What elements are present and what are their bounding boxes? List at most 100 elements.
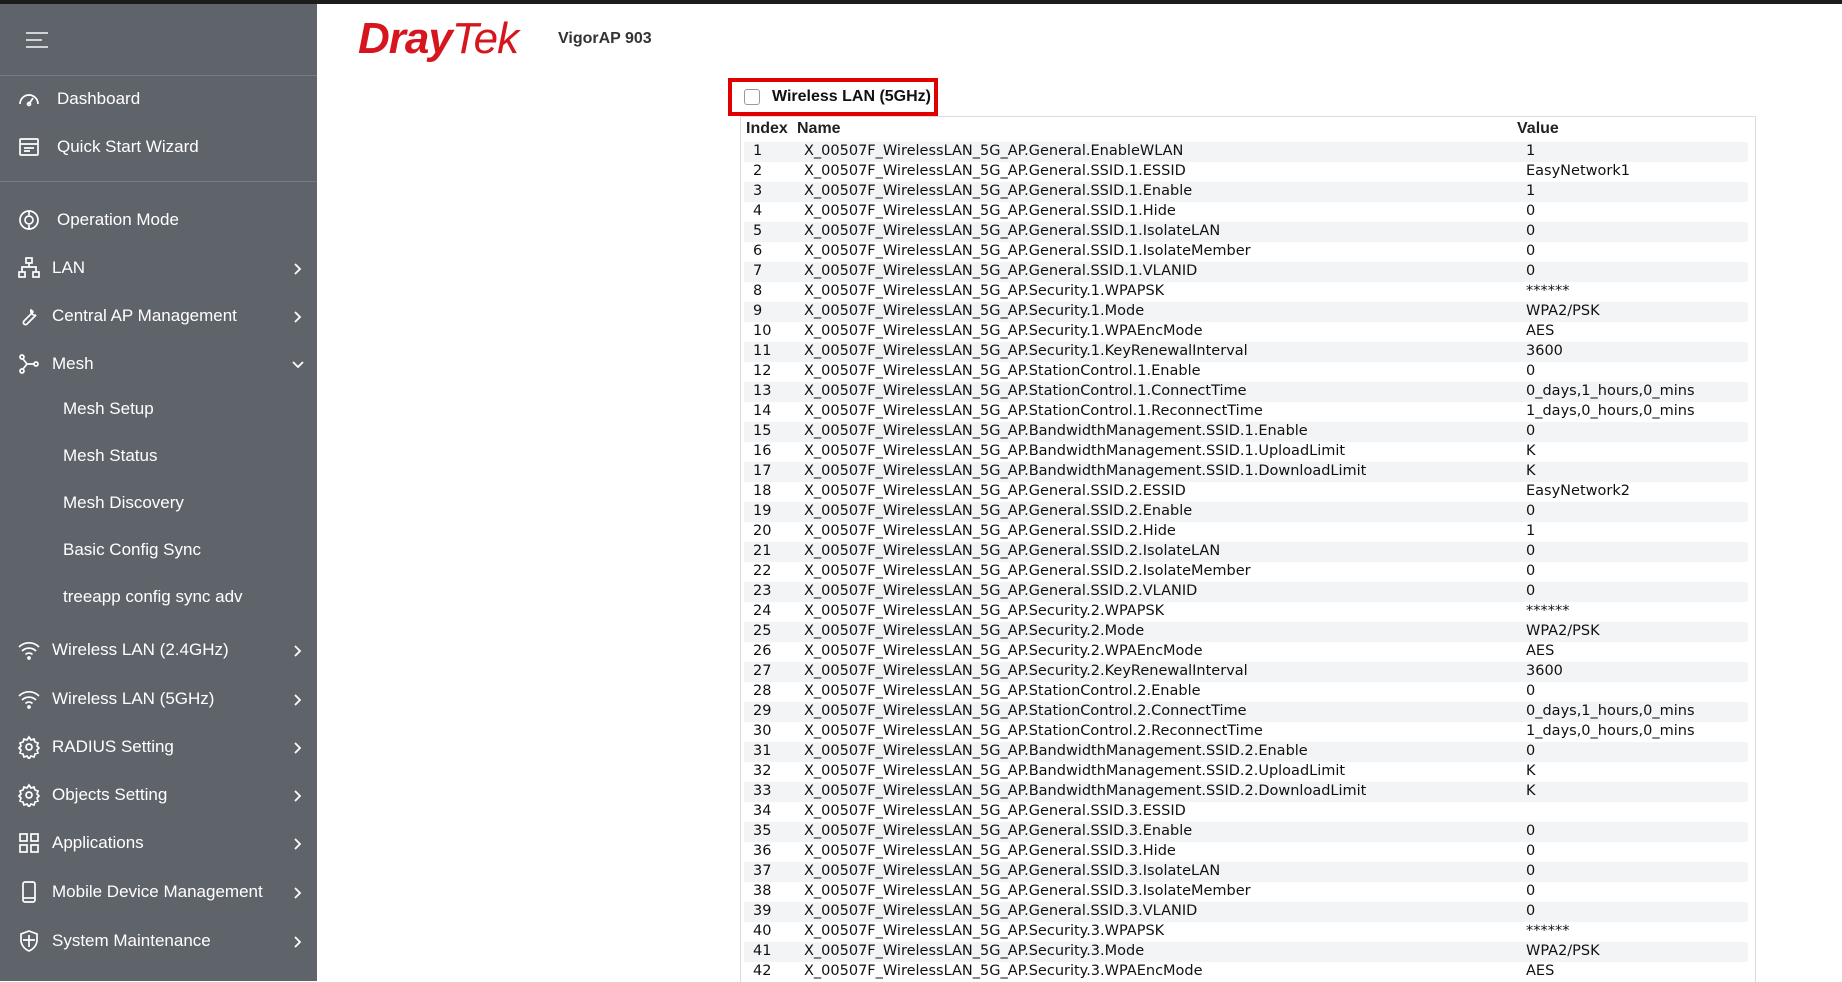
row-name: X_00507F_WirelessLAN_5G_AP.General.SSID.…: [804, 803, 1186, 819]
table-row: 23 X_00507F_WirelessLAN_5G_AP.General.SSI…: [744, 582, 1748, 602]
row-name: X_00507F_WirelessLAN_5G_AP.Security.2.WP…: [804, 603, 1165, 619]
chevron-right-icon: [291, 309, 305, 323]
row-name: X_00507F_WirelessLAN_5G_AP.Security.3.WP…: [804, 963, 1203, 979]
sidebar-item-system-maintenance[interactable]: System Maintenance: [0, 921, 317, 961]
row-name: X_00507F_WirelessLAN_5G_AP.StationContro…: [804, 383, 1247, 399]
lan-icon: [16, 255, 42, 281]
sidebar-item-radius-setting[interactable]: RADIUS Setting: [0, 727, 317, 767]
table-row: 17 X_00507F_WirelessLAN_5G_AP.BandwidthMa…: [744, 462, 1748, 482]
row-index: 1: [753, 143, 763, 159]
row-name: X_00507F_WirelessLAN_5G_AP.General.SSID.…: [804, 503, 1193, 519]
table-row: 32 X_00507F_WirelessLAN_5G_AP.BandwidthMa…: [744, 762, 1748, 782]
hamburger-menu-icon[interactable]: [26, 30, 48, 50]
row-index: 21: [753, 543, 772, 559]
row-index: 36: [753, 843, 772, 859]
wizard-icon: [16, 134, 42, 160]
sidebar-item-applications[interactable]: Applications: [0, 823, 317, 863]
config-table-body: 1 X_00507F_WirelessLAN_5G_AP.General.Enab…: [744, 142, 1748, 982]
chevron-right-icon: [291, 885, 305, 899]
row-name: X_00507F_WirelessLAN_5G_AP.Security.1.Mo…: [804, 303, 1145, 319]
wifi-icon: [16, 637, 42, 663]
sidebar-subitem-mesh-setup[interactable]: Mesh Setup: [63, 394, 154, 424]
table-row: 27 X_00507F_WirelessLAN_5G_AP.Security.2.…: [744, 662, 1748, 682]
table-row: 41 X_00507F_WirelessLAN_5G_AP.Security.3.…: [744, 942, 1748, 962]
sidebar-item-objects-setting[interactable]: Objects Setting: [0, 775, 317, 815]
row-index: 37: [753, 863, 772, 879]
row-name: X_00507F_WirelessLAN_5G_AP.General.SSID.…: [804, 563, 1251, 579]
table-row: 39 X_00507F_WirelessLAN_5G_AP.General.SSI…: [744, 902, 1748, 922]
sidebar-item-label: Wireless LAN (5GHz): [52, 689, 215, 708]
row-value: 0: [1526, 263, 1536, 279]
row-name: X_00507F_WirelessLAN_5G_AP.BandwidthMana…: [804, 463, 1367, 479]
row-name: X_00507F_WirelessLAN_5G_AP.BandwidthMana…: [804, 783, 1367, 799]
sidebar-item-label: Applications: [52, 833, 144, 852]
sidebar-item-label: Objects Setting: [52, 785, 168, 804]
table-row: 1 X_00507F_WirelessLAN_5G_AP.General.Enab…: [744, 142, 1748, 162]
row-index: 32: [753, 763, 772, 779]
row-value: 1: [1526, 523, 1536, 539]
row-value: K: [1526, 763, 1536, 779]
sidebar-item-wireless-lan-5ghz[interactable]: Wireless LAN (5GHz): [0, 679, 317, 719]
table-row: 30 X_00507F_WirelessLAN_5G_AP.StationCont…: [744, 722, 1748, 742]
section-checkbox[interactable]: [744, 89, 760, 105]
row-value: 1_days,0_hours,0_mins: [1526, 403, 1695, 419]
sidebar-subitem-basic-config-sync[interactable]: Basic Config Sync: [63, 535, 201, 565]
sidebar-subitem-mesh-status[interactable]: Mesh Status: [63, 441, 158, 471]
table-row: 14 X_00507F_WirelessLAN_5G_AP.StationCont…: [744, 402, 1748, 422]
row-value: WPA2/PSK: [1526, 943, 1600, 959]
sidebar-item-quick-start-wizard[interactable]: Quick Start Wizard: [0, 127, 317, 167]
row-index: 26: [753, 643, 772, 659]
row-name: X_00507F_WirelessLAN_5G_AP.General.SSID.…: [804, 823, 1193, 839]
table-row: 9 X_00507F_WirelessLAN_5G_AP.Security.1.M…: [744, 302, 1748, 322]
sidebar-item-mesh[interactable]: Mesh: [0, 344, 317, 384]
chevron-down-icon: [291, 357, 305, 371]
row-index: 40: [753, 923, 772, 939]
row-value: 0: [1526, 563, 1536, 579]
row-value: 0: [1526, 543, 1536, 559]
row-value: 0: [1526, 883, 1536, 899]
row-value: 0: [1526, 243, 1536, 259]
row-index: 5: [753, 223, 763, 239]
row-name: X_00507F_WirelessLAN_5G_AP.BandwidthMana…: [804, 443, 1346, 459]
row-index: 15: [753, 423, 772, 439]
sidebar-item-wireless-lan-24ghz[interactable]: Wireless LAN (2.4GHz): [0, 630, 317, 670]
row-index: 18: [753, 483, 772, 499]
row-value: 3600: [1526, 343, 1563, 359]
sidebar-item-operation-mode[interactable]: Operation Mode: [0, 200, 317, 240]
row-name: X_00507F_WirelessLAN_5G_AP.StationContro…: [804, 683, 1201, 699]
wrench-icon: [16, 303, 42, 329]
sidebar-item-lan[interactable]: LAN: [0, 248, 317, 288]
row-index: 39: [753, 903, 772, 919]
row-index: 28: [753, 683, 772, 699]
sidebar-item-central-ap-management[interactable]: Central AP Management: [0, 296, 317, 336]
row-name: X_00507F_WirelessLAN_5G_AP.Security.2.WP…: [804, 643, 1203, 659]
row-index: 19: [753, 503, 772, 519]
sidebar-item-dashboard[interactable]: Dashboard: [0, 79, 317, 119]
row-value: 0: [1526, 863, 1536, 879]
sidebar-divider: [0, 181, 317, 182]
gear-icon: [16, 734, 42, 760]
row-index: 22: [753, 563, 772, 579]
apps-icon: [16, 830, 42, 856]
row-value: 0: [1526, 363, 1536, 379]
row-index: 23: [753, 583, 772, 599]
row-name: X_00507F_WirelessLAN_5G_AP.General.SSID.…: [804, 483, 1186, 499]
table-row: 5 X_00507F_WirelessLAN_5G_AP.General.SSID…: [744, 222, 1748, 242]
sidebar-subitem-mesh-discovery[interactable]: Mesh Discovery: [63, 488, 184, 518]
column-header-value: Value: [1517, 120, 1559, 137]
row-index: 33: [753, 783, 772, 799]
row-name: X_00507F_WirelessLAN_5G_AP.General.SSID.…: [804, 583, 1198, 599]
dashboard-icon: [16, 86, 42, 112]
table-row: 6 X_00507F_WirelessLAN_5G_AP.General.SSID…: [744, 242, 1748, 262]
sidebar-item-mobile-device-management[interactable]: Mobile Device Management: [0, 872, 317, 912]
row-index: 16: [753, 443, 772, 459]
table-row: 38 X_00507F_WirelessLAN_5G_AP.General.SSI…: [744, 882, 1748, 902]
row-name: X_00507F_WirelessLAN_5G_AP.Security.2.Ke…: [804, 663, 1248, 679]
table-row: 42 X_00507F_WirelessLAN_5G_AP.Security.3.…: [744, 962, 1748, 982]
row-index: 24: [753, 603, 772, 619]
maintenance-icon: [16, 928, 42, 954]
sidebar-subitem-treeapp-config-sync-adv[interactable]: treeapp config sync adv: [63, 582, 243, 612]
section-header-wireless-lan-5ghz[interactable]: Wireless LAN (5GHz): [728, 78, 938, 116]
row-index: 8: [753, 283, 763, 299]
row-name: X_00507F_WirelessLAN_5G_AP.General.SSID.…: [804, 243, 1251, 259]
